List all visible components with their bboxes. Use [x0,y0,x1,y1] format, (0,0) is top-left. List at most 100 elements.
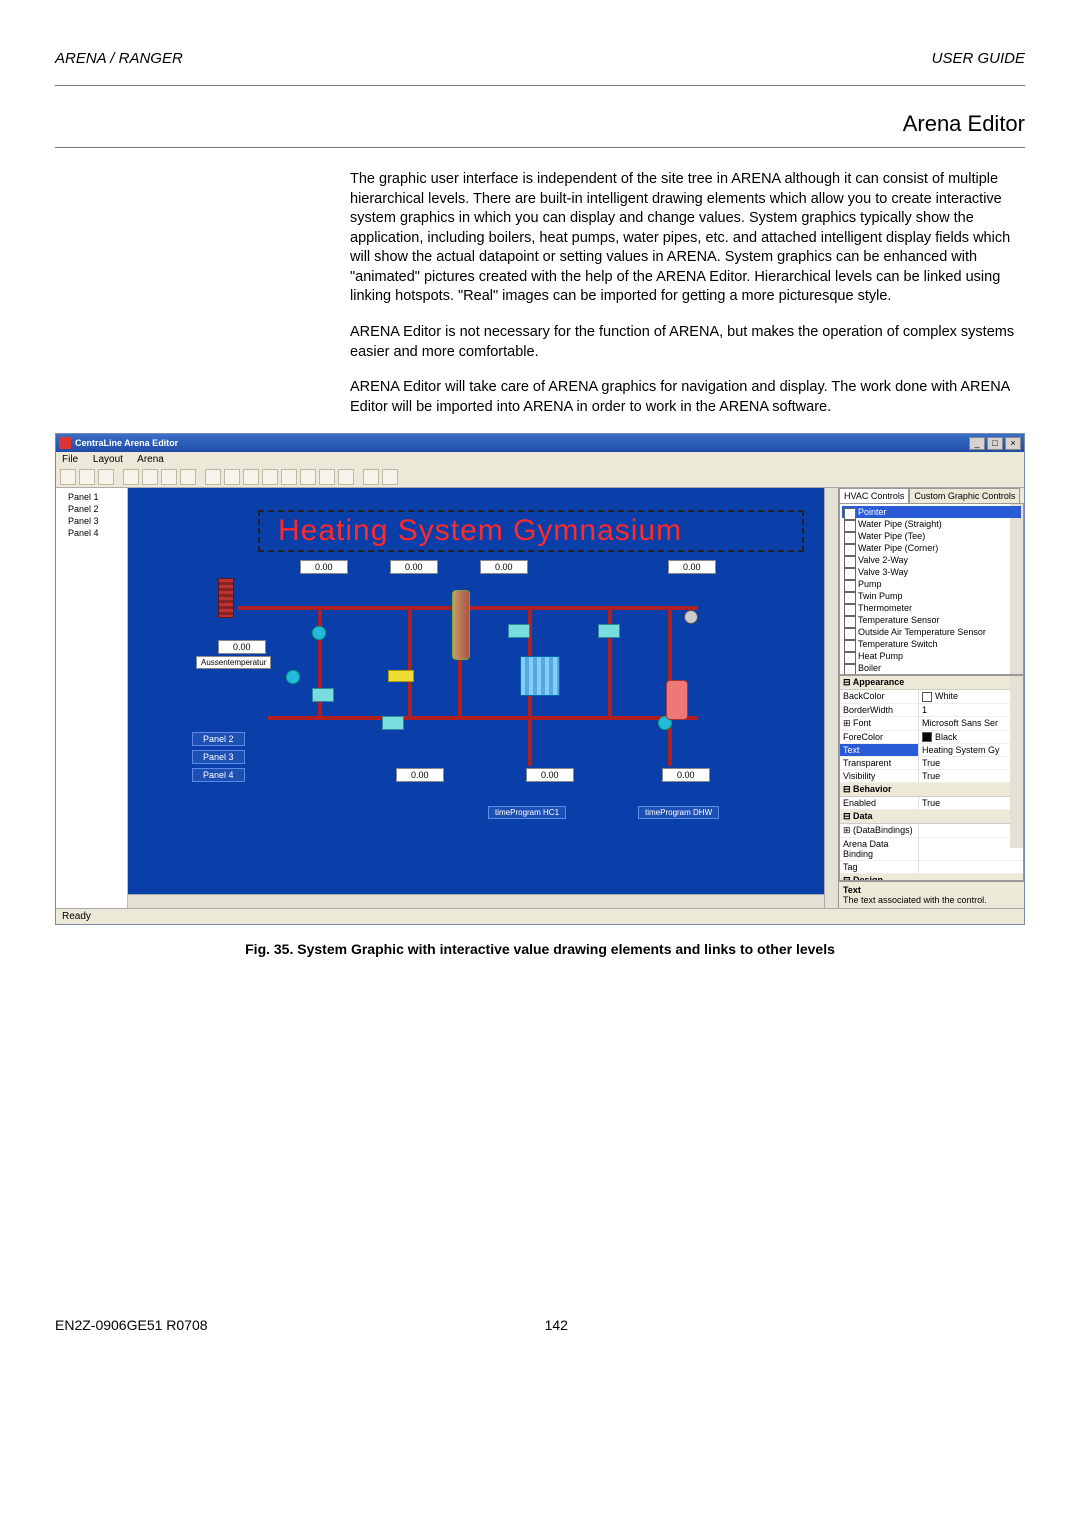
panel-link[interactable]: Panel 3 [192,750,245,764]
toolbar-button[interactable] [79,469,95,485]
property-row[interactable]: ⊞ FontMicrosoft Sans Ser [840,717,1023,731]
radiator-icon[interactable] [520,656,560,696]
panel-link[interactable]: Panel 2 [192,732,245,746]
titlebar[interactable]: CentraLine Arena Editor _ □ × [56,434,1024,452]
tree-node[interactable]: Panel 2 [60,503,123,515]
heat-pump-icon[interactable] [598,624,620,638]
water-pipe-icon[interactable] [608,606,612,718]
toolbox-item[interactable]: Pump [842,578,1021,590]
property-row[interactable]: ⊞ (DataBindings) [840,824,1023,838]
heat-pump-icon[interactable] [508,624,530,638]
toolbar-button[interactable] [363,469,379,485]
vertical-scrollbar[interactable] [1010,676,1023,848]
valve-icon[interactable] [388,670,414,682]
menu-layout[interactable]: Layout [93,454,123,465]
toolbox-item[interactable]: Pointer [842,506,1021,518]
toolbox-item[interactable]: Temperature Switch [842,638,1021,650]
property-row[interactable]: ForeColorBlack [840,731,1023,745]
property-value[interactable]: Microsoft Sans Ser [918,717,1023,730]
value-field[interactable]: 0.00 [218,640,266,654]
wall-icon[interactable] [218,578,234,618]
value-field[interactable]: 0.00 [300,560,348,574]
heat-pump-icon[interactable] [312,688,334,702]
pump-icon[interactable] [286,670,300,684]
graphic-title[interactable]: Heating System Gymnasium [258,510,804,552]
property-value[interactable] [918,838,1023,860]
value-field[interactable]: 0.00 [390,560,438,574]
toolbar-button[interactable] [180,469,196,485]
property-row[interactable]: TransparentTrue [840,757,1023,770]
property-category[interactable]: ⊟ Behavior [840,783,1023,797]
property-value[interactable]: True [918,797,1023,809]
toolbox-item[interactable]: Temperature Sensor [842,614,1021,626]
toolbox[interactable]: PointerWater Pipe (Straight)Water Pipe (… [839,503,1024,675]
property-value[interactable]: White [918,690,1023,703]
tab-custom[interactable]: Custom Graphic Controls [909,488,1020,503]
vertical-scrollbar[interactable] [824,488,838,908]
toolbar-button[interactable] [262,469,278,485]
toolbar-button[interactable] [319,469,335,485]
horizontal-scrollbar[interactable] [128,894,824,908]
panel-link[interactable]: Panel 4 [192,768,245,782]
toolbox-item[interactable]: Twin Pump [842,590,1021,602]
property-value[interactable] [918,824,1023,837]
property-value[interactable]: True [918,770,1023,782]
property-row[interactable]: Tag [840,861,1023,874]
property-row[interactable]: Arena Data Binding [840,838,1023,861]
toolbar-button[interactable] [142,469,158,485]
value-field[interactable]: 0.00 [396,768,444,782]
property-category[interactable]: ⊟ Design [840,874,1023,881]
water-pipe-icon[interactable] [268,716,698,720]
property-value[interactable]: Black [918,731,1023,744]
value-field[interactable]: 0.00 [662,768,710,782]
toolbox-item[interactable]: Valve 2-Way [842,554,1021,566]
property-row[interactable]: BackColorWhite [840,690,1023,704]
value-field[interactable]: 0.00 [668,560,716,574]
toolbox-item[interactable]: Water Pipe (Straight) [842,518,1021,530]
property-row[interactable]: TextHeating System Gy [840,744,1023,757]
toolbar-button[interactable] [224,469,240,485]
menu-file[interactable]: File [62,454,78,465]
toolbox-item[interactable]: Thermometer [842,602,1021,614]
property-row[interactable]: VisibilityTrue [840,770,1023,783]
toolbox-item[interactable]: Water Pipe (Tee) [842,530,1021,542]
toolbox-item[interactable]: Water Pipe (Corner) [842,542,1021,554]
property-grid[interactable]: ⊟ Appearance BackColorWhite BorderWidth1… [839,675,1024,881]
toolbar-button[interactable] [382,469,398,485]
toolbar-button[interactable] [123,469,139,485]
toolbar-button[interactable] [281,469,297,485]
gauge-icon[interactable] [684,610,698,624]
buffer-tank-icon[interactable] [666,680,688,720]
pump-icon[interactable] [312,626,326,640]
property-value[interactable]: 1 [918,704,1023,716]
menu-arena[interactable]: Arena [137,454,164,465]
toolbox-item[interactable]: Boiler [842,662,1021,674]
toolbar-button[interactable] [243,469,259,485]
property-value[interactable]: Heating System Gy [918,744,1023,756]
toolbar-button[interactable] [60,469,76,485]
tree-node[interactable]: Panel 3 [60,515,123,527]
toolbar-button[interactable] [338,469,354,485]
drawing-canvas[interactable]: Heating System Gymnasium 0.00 0.00 0.00 … [128,488,824,894]
value-field[interactable]: 0.00 [526,768,574,782]
tree-node[interactable]: Panel 1 [60,491,123,503]
toolbar-button[interactable] [98,469,114,485]
time-program-link[interactable]: timeProgram DHW [638,806,719,819]
property-value[interactable] [918,861,1023,873]
toolbox-item[interactable]: Valve 3-Way [842,566,1021,578]
toolbar-button[interactable] [161,469,177,485]
value-field[interactable]: 0.00 [480,560,528,574]
property-row[interactable]: EnabledTrue [840,797,1023,810]
close-button[interactable]: × [1005,437,1021,450]
boiler-icon[interactable] [452,590,470,660]
property-value[interactable]: True [918,757,1023,769]
tree-node[interactable]: Panel 4 [60,527,123,539]
water-pipe-icon[interactable] [408,606,412,718]
property-category[interactable]: ⊟ Data [840,810,1023,824]
toolbox-item[interactable]: Outside Air Temperature Sensor [842,626,1021,638]
toolbox-item[interactable]: Heat Pump [842,650,1021,662]
heat-pump-icon[interactable] [382,716,404,730]
maximize-button[interactable]: □ [987,437,1003,450]
toolbar-button[interactable] [300,469,316,485]
property-row[interactable]: BorderWidth1 [840,704,1023,717]
